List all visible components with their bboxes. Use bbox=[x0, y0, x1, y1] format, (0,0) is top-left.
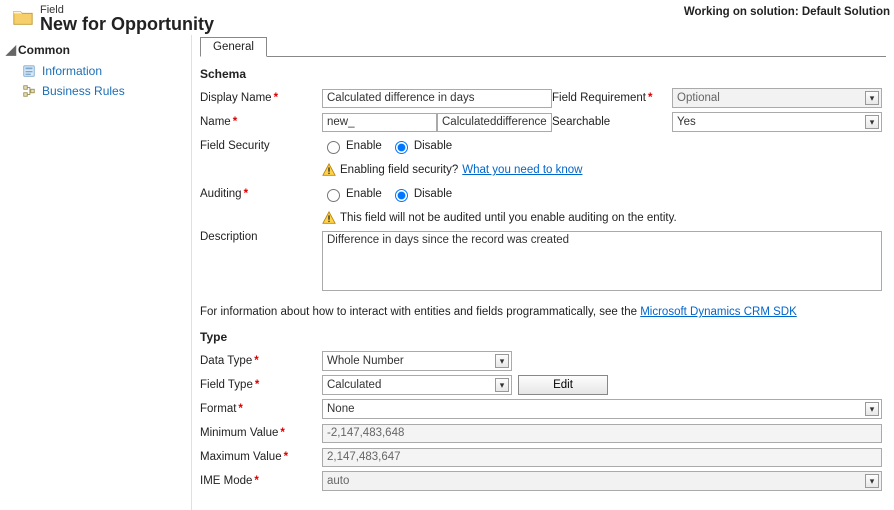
field-security-label: Field Security bbox=[200, 140, 270, 152]
required-marker: * bbox=[280, 427, 284, 439]
chevron-down-icon: ▾ bbox=[865, 115, 879, 129]
searchable-select[interactable]: Yes ▾ bbox=[672, 112, 882, 132]
required-marker: * bbox=[244, 188, 248, 200]
required-marker: * bbox=[238, 403, 242, 415]
section-type-heading: Type bbox=[200, 330, 886, 344]
name-input[interactable] bbox=[437, 113, 552, 132]
field-type-select[interactable]: Calculated ▾ bbox=[322, 375, 512, 395]
ime-mode-select[interactable]: auto ▾ bbox=[322, 471, 882, 491]
auditing-warn-text: This field will not be audited until you… bbox=[340, 212, 677, 224]
field-type-label: Field Type bbox=[200, 379, 253, 391]
searchable-value: Yes bbox=[677, 116, 696, 128]
data-type-label: Data Type bbox=[200, 355, 252, 367]
field-requirement-label: Field Requirement bbox=[552, 92, 646, 104]
main-content: General Schema Display Name* Field Requi… bbox=[192, 35, 894, 510]
display-name-label: Display Name bbox=[200, 92, 272, 104]
sidebar: ◢ Common Information Business Rules bbox=[0, 35, 192, 510]
required-marker: * bbox=[254, 355, 258, 367]
format-select[interactable]: None ▾ bbox=[322, 399, 882, 419]
sidebar-section-common[interactable]: ◢ Common bbox=[4, 41, 191, 61]
edit-button[interactable]: Edit bbox=[518, 375, 608, 395]
field-requirement-select[interactable]: Optional ▾ bbox=[672, 88, 882, 108]
data-type-value: Whole Number bbox=[327, 355, 404, 367]
data-type-select[interactable]: Whole Number ▾ bbox=[322, 351, 512, 371]
ime-mode-label: IME Mode bbox=[200, 475, 252, 487]
sidebar-item-business-rules[interactable]: Business Rules bbox=[4, 81, 191, 101]
header: Field New for Opportunity Working on sol… bbox=[0, 0, 894, 35]
max-value-input[interactable] bbox=[322, 448, 882, 467]
auditing-enable-radio[interactable]: Enable bbox=[322, 186, 382, 202]
format-label: Format bbox=[200, 403, 236, 415]
name-label: Name bbox=[200, 116, 231, 128]
sidebar-item-label: Business Rules bbox=[42, 84, 125, 98]
sidebar-section-label: Common bbox=[18, 43, 70, 57]
required-marker: * bbox=[648, 92, 652, 104]
sidebar-item-information[interactable]: Information bbox=[4, 61, 191, 81]
min-value-input[interactable] bbox=[322, 424, 882, 443]
required-marker: * bbox=[274, 92, 278, 104]
auditing-disable-radio[interactable]: Disable bbox=[390, 186, 452, 202]
chevron-down-icon: ▾ bbox=[495, 378, 509, 392]
required-marker: * bbox=[254, 475, 258, 487]
description-textarea[interactable] bbox=[322, 231, 882, 291]
auditing-label: Auditing bbox=[200, 188, 242, 200]
searchable-label: Searchable bbox=[552, 116, 610, 128]
format-value: None bbox=[327, 403, 355, 415]
warning-icon bbox=[322, 163, 336, 177]
collapse-icon: ◢ bbox=[6, 43, 16, 56]
section-schema-heading: Schema bbox=[200, 67, 886, 81]
chevron-down-icon: ▾ bbox=[865, 402, 879, 416]
field-security-warn-link[interactable]: What you need to know bbox=[462, 164, 582, 176]
name-prefix-input[interactable] bbox=[322, 113, 437, 132]
business-rules-icon bbox=[22, 84, 36, 98]
field-folder-icon bbox=[12, 6, 34, 28]
sdk-info-link[interactable]: Microsoft Dynamics CRM SDK bbox=[640, 306, 797, 318]
chevron-down-icon: ▾ bbox=[865, 474, 879, 488]
min-value-label: Minimum Value bbox=[200, 427, 278, 439]
tab-general[interactable]: General bbox=[200, 37, 267, 57]
sidebar-item-label: Information bbox=[42, 64, 102, 78]
information-icon bbox=[22, 64, 36, 78]
field-requirement-value: Optional bbox=[677, 92, 720, 104]
display-name-input[interactable] bbox=[322, 89, 552, 108]
field-security-disable-radio[interactable]: Disable bbox=[390, 138, 452, 154]
description-label: Description bbox=[200, 231, 258, 243]
field-security-warn-text: Enabling field security? bbox=[340, 164, 458, 176]
warning-icon bbox=[322, 211, 336, 225]
page-title: New for Opportunity bbox=[40, 14, 214, 35]
field-type-value: Calculated bbox=[327, 379, 381, 391]
chevron-down-icon: ▾ bbox=[495, 354, 509, 368]
ime-mode-value: auto bbox=[327, 475, 349, 487]
solution-label: Working on solution: Default Solution bbox=[684, 6, 890, 18]
tabs: General bbox=[200, 35, 886, 57]
required-marker: * bbox=[284, 451, 288, 463]
chevron-down-icon: ▾ bbox=[865, 91, 879, 105]
max-value-label: Maximum Value bbox=[200, 451, 282, 463]
required-marker: * bbox=[255, 379, 259, 391]
sdk-info-text: For information about how to interact wi… bbox=[200, 306, 640, 318]
field-security-enable-radio[interactable]: Enable bbox=[322, 138, 382, 154]
required-marker: * bbox=[233, 116, 237, 128]
